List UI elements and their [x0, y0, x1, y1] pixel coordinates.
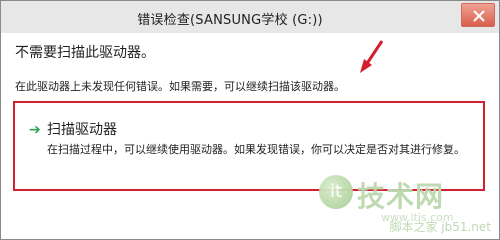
- watermark-text: 技术网: [357, 180, 445, 213]
- arrow-right-icon: ➔: [29, 122, 41, 138]
- annotation-arrow-icon: [360, 40, 384, 73]
- error-check-window: 错误检查(SANSUNG学校 (G:)) 不需要扫描此驱动器。 在此驱动器上未发…: [0, 0, 500, 240]
- dialog-heading: 不需要扫描此驱动器。: [15, 45, 155, 61]
- scan-option-title: 扫描驱动器: [47, 122, 117, 138]
- watermark-logo-icon: it: [319, 175, 353, 209]
- dialog-description: 在此驱动器上未发现任何错误。如果需要，可以继续扫描该驱动器。: [15, 80, 345, 93]
- watermark: it 技术网 www.itis.com 脚本之家 jb51.net: [313, 175, 493, 237]
- close-button[interactable]: [461, 3, 495, 27]
- close-icon: [473, 10, 485, 22]
- watermark-brand: 脚本之家 jb51.net: [389, 220, 491, 234]
- window-title: 错误检查(SANSUNG学校 (G:)): [137, 13, 323, 28]
- titlebar: 错误检查(SANSUNG学校 (G:)): [1, 1, 499, 33]
- scan-option-detail: 在扫描过程中，可以继续使用驱动器。如果发现错误，你可以决定是否对其进行修复。: [47, 143, 465, 156]
